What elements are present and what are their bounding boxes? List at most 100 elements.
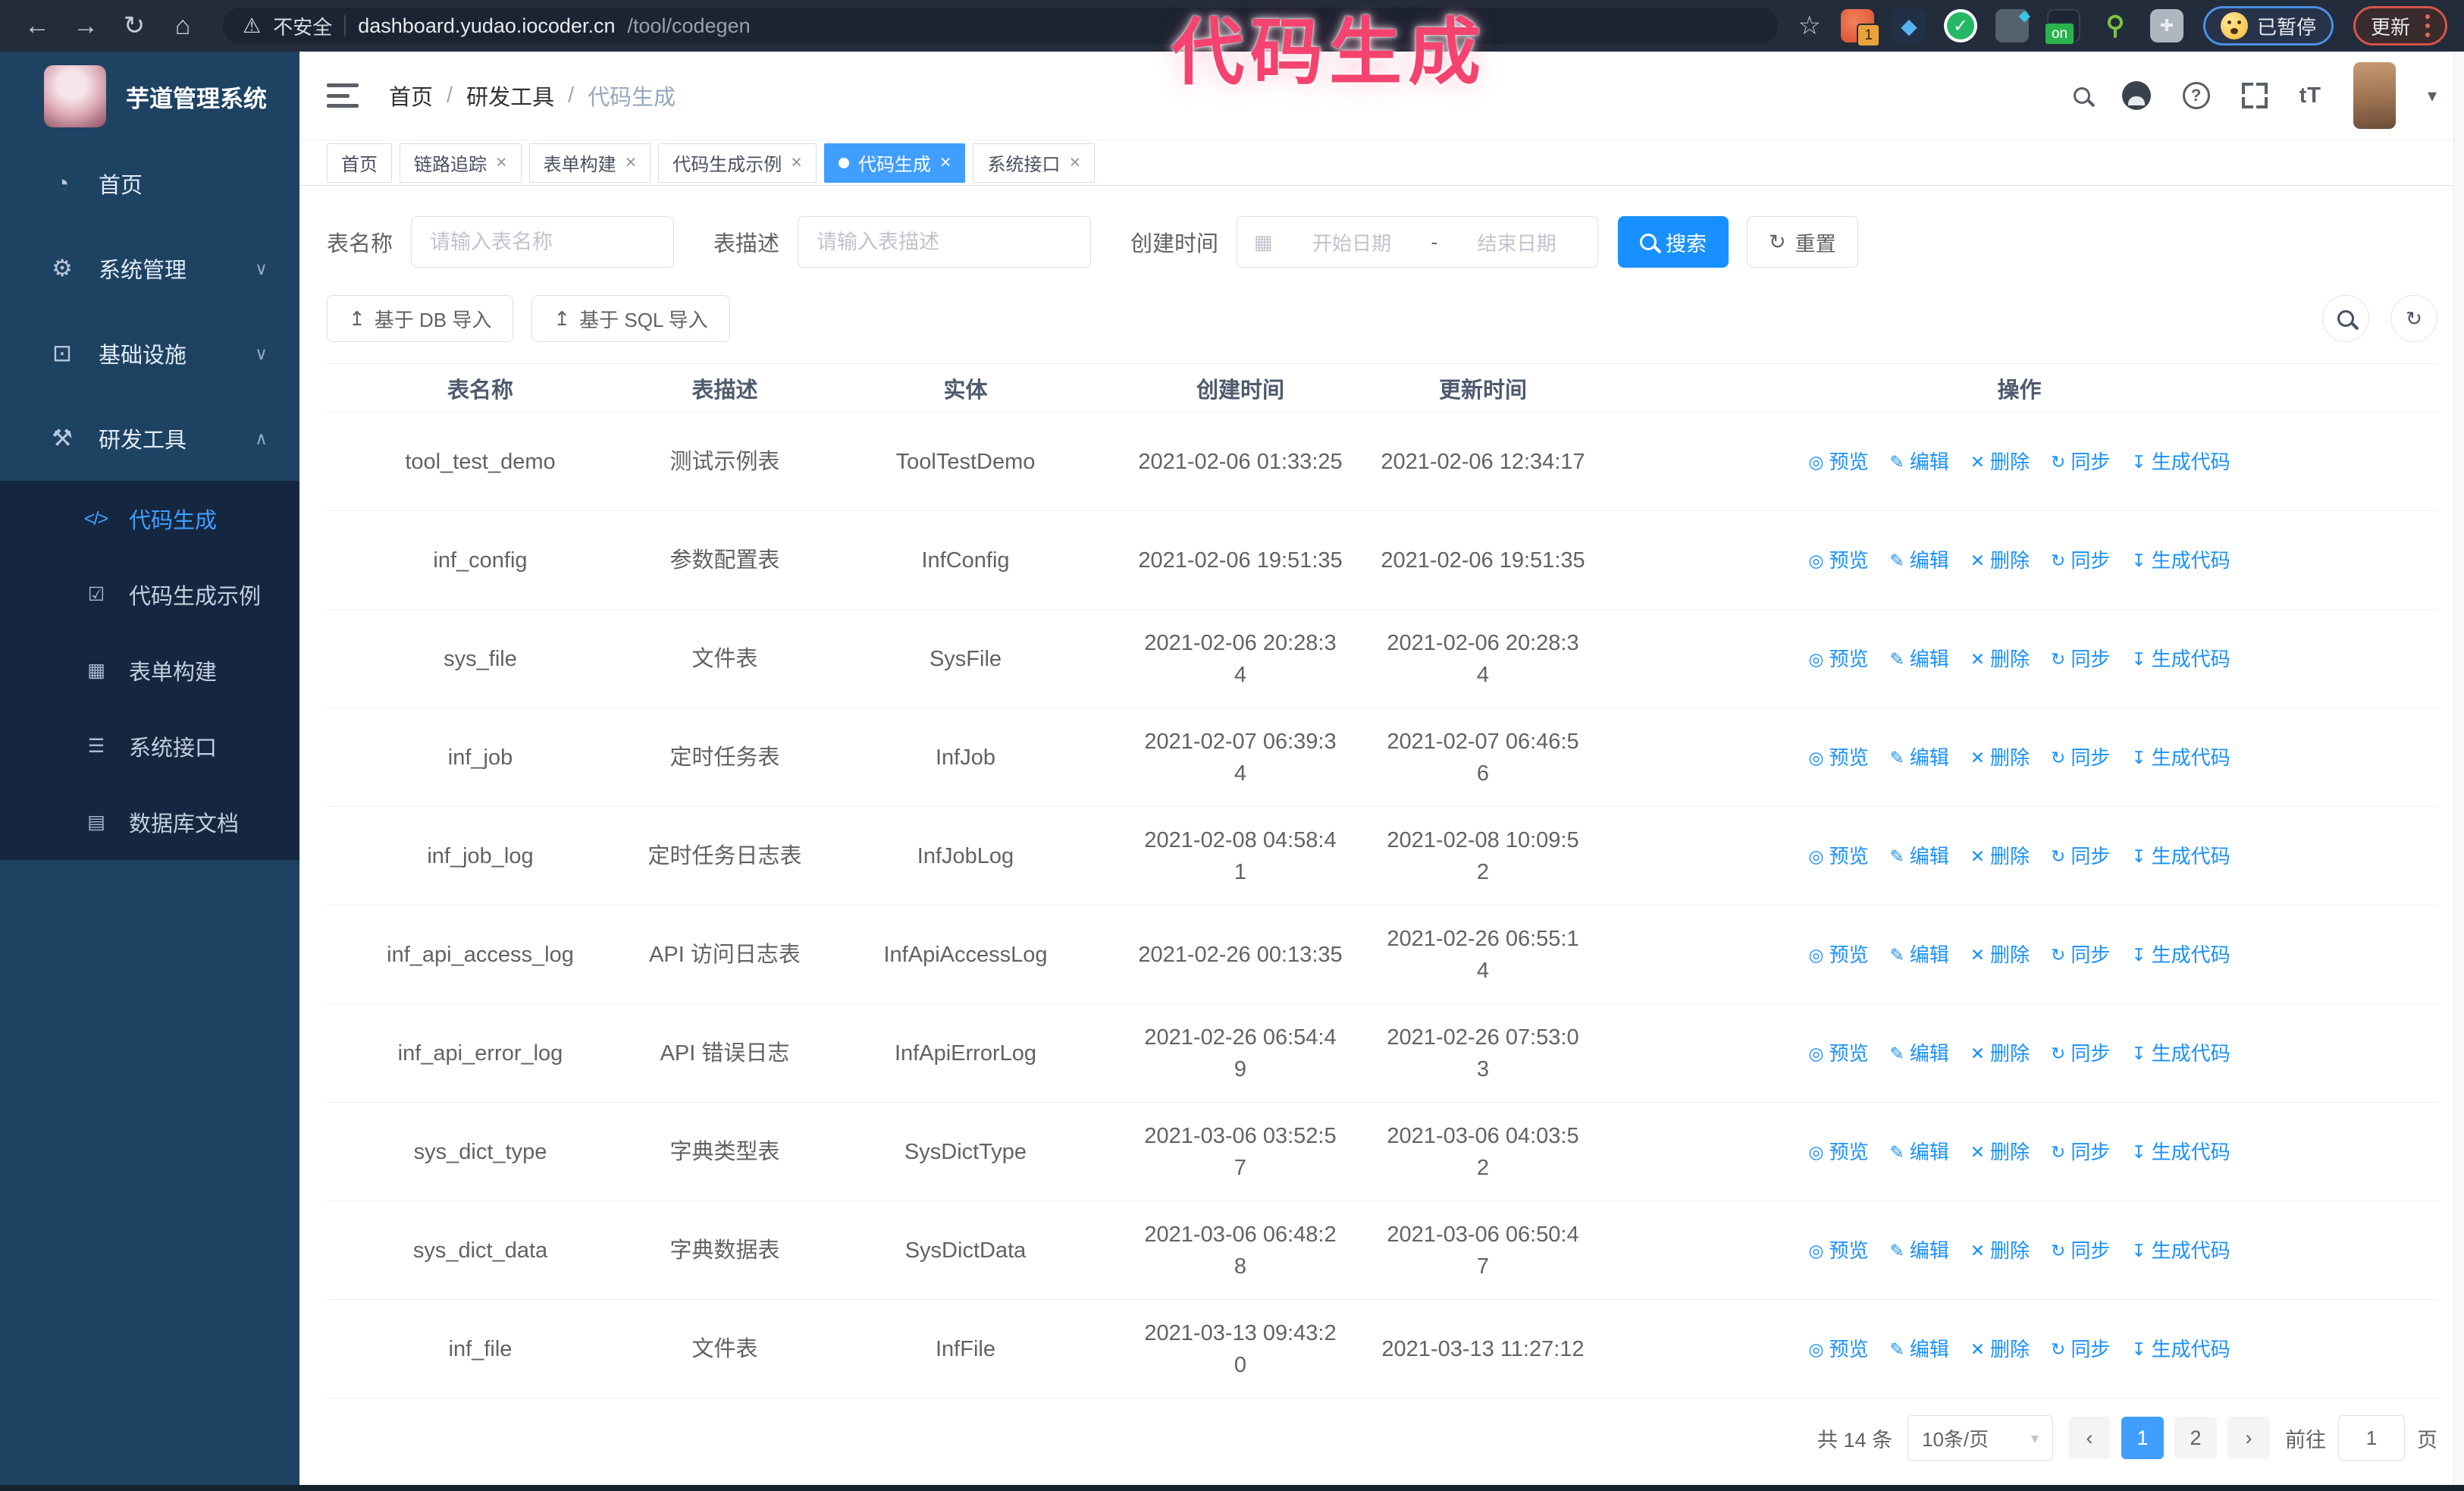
action-download[interactable]: ↧ 生成代码 xyxy=(2131,545,2230,576)
action-eye[interactable]: ◎ 预览 xyxy=(1808,840,1868,872)
tab-tracer[interactable]: 链路追踪 × xyxy=(400,143,522,183)
page-button-2[interactable]: 2 xyxy=(2174,1417,2217,1459)
action-sync[interactable]: ↻ 同步 xyxy=(2051,545,2110,576)
action-download[interactable]: ↧ 生成代码 xyxy=(2131,939,2230,971)
action-sync[interactable]: ↻ 同步 xyxy=(2051,939,2110,971)
ext-green-key-icon[interactable] xyxy=(2099,9,2132,42)
tab-home[interactable]: 首页 xyxy=(327,143,392,183)
ext-orange-icon[interactable]: 1 xyxy=(1840,9,1880,47)
kebab-menu-icon[interactable] xyxy=(2425,14,2430,37)
home-icon[interactable]: ⌂ xyxy=(162,5,203,46)
font-size-icon[interactable]: tT xyxy=(2299,83,2321,108)
action-edit[interactable]: ✎ 编辑 xyxy=(1889,939,1948,971)
action-edit[interactable]: ✎ 编辑 xyxy=(1889,446,1948,478)
tab-api[interactable]: 系统接口 × xyxy=(973,143,1096,183)
toggle-search-button[interactable] xyxy=(2322,295,2369,342)
next-page-button[interactable]: › xyxy=(2227,1417,2270,1459)
table-name-input[interactable] xyxy=(430,230,656,254)
action-eye[interactable]: ◎ 预览 xyxy=(1808,939,1868,971)
action-edit[interactable]: ✎ 编辑 xyxy=(1889,545,1948,576)
github-icon[interactable] xyxy=(2121,81,2151,110)
table-desc-input[interactable] xyxy=(817,230,1073,254)
sidebar-item-codegen[interactable]: </> 代码生成 xyxy=(0,481,299,557)
tab-form-builder[interactable]: 表单构建 × xyxy=(528,143,651,183)
action-download[interactable]: ↧ 生成代码 xyxy=(2131,643,2230,675)
action-eye[interactable]: ◎ 预览 xyxy=(1808,1235,1868,1267)
sidebar-item-dev-tools[interactable]: ⚒ 研发工具 ∧ xyxy=(0,396,299,481)
bookmark-star-icon[interactable]: ☆ xyxy=(1798,11,1820,41)
action-edit[interactable]: ✎ 编辑 xyxy=(1889,840,1948,872)
action-sync[interactable]: ↻ 同步 xyxy=(2051,1235,2110,1267)
breadcrumb-item[interactable]: 首页 xyxy=(389,80,433,111)
close-icon[interactable]: × xyxy=(940,153,951,172)
action-eye[interactable]: ◎ 预览 xyxy=(1808,446,1868,478)
action-trash[interactable]: ✕ 删除 xyxy=(1970,1037,2030,1069)
action-sync[interactable]: ↻ 同步 xyxy=(2051,1333,2110,1365)
action-edit[interactable]: ✎ 编辑 xyxy=(1889,643,1948,675)
action-edit[interactable]: ✎ 编辑 xyxy=(1889,1235,1948,1267)
breadcrumb-item[interactable]: 研发工具 xyxy=(466,80,554,111)
action-eye[interactable]: ◎ 预览 xyxy=(1808,1333,1868,1365)
refresh-table-button[interactable]: ↻ xyxy=(2390,295,2437,342)
update-browser-button[interactable]: 更新 xyxy=(2353,6,2447,46)
date-range-picker[interactable]: ▦ 开始日期 - 结束日期 xyxy=(1237,216,1599,268)
close-icon[interactable]: × xyxy=(791,153,802,172)
page-scrollbar[interactable] xyxy=(2453,52,2464,1485)
ext-gem-icon[interactable] xyxy=(1892,9,1926,42)
action-eye[interactable]: ◎ 预览 xyxy=(1808,545,1868,576)
tab-codegen-example[interactable]: 代码生成示例 × xyxy=(658,143,817,183)
prev-page-button[interactable]: ‹ xyxy=(2068,1417,2111,1459)
collapse-sidebar-icon[interactable] xyxy=(327,83,359,108)
action-download[interactable]: ↧ 生成代码 xyxy=(2131,742,2230,774)
close-icon[interactable]: × xyxy=(496,153,507,172)
user-avatar[interactable] xyxy=(2353,62,2396,129)
search-button[interactable]: 搜索 xyxy=(1618,216,1729,268)
action-edit[interactable]: ✎ 编辑 xyxy=(1889,1333,1948,1365)
page-button-1[interactable]: 1 xyxy=(2121,1417,2164,1459)
address-bar[interactable]: ⚠ 不安全 dashboard.yudao.iocoder.cn/tool/co… xyxy=(223,8,1779,44)
action-download[interactable]: ↧ 生成代码 xyxy=(2131,1136,2230,1168)
action-sync[interactable]: ↻ 同步 xyxy=(2051,742,2110,774)
reset-button[interactable]: ↻ 重置 xyxy=(1747,216,1858,268)
action-eye[interactable]: ◎ 预览 xyxy=(1808,1136,1868,1168)
action-trash[interactable]: ✕ 删除 xyxy=(1970,545,2030,576)
import-db-button[interactable]: ↥ 基于 DB 导入 xyxy=(327,295,514,342)
action-download[interactable]: ↧ 生成代码 xyxy=(2131,1235,2230,1267)
action-trash[interactable]: ✕ 删除 xyxy=(1970,1235,2030,1267)
tab-codegen[interactable]: 代码生成 × xyxy=(823,143,966,183)
action-sync[interactable]: ↻ 同步 xyxy=(2051,1136,2110,1168)
action-trash[interactable]: ✕ 删除 xyxy=(1970,1136,2030,1168)
close-icon[interactable]: × xyxy=(1069,153,1080,172)
sidebar-item-form-builder[interactable]: ▦ 表单构建 xyxy=(0,632,299,708)
sidebar-item-codegen-example[interactable]: ☑ 代码生成示例 xyxy=(0,557,299,632)
ext-puzzle-icon[interactable] xyxy=(2149,9,2183,42)
forward-icon[interactable]: → xyxy=(65,5,106,46)
action-eye[interactable]: ◎ 预览 xyxy=(1808,742,1868,774)
ext-gray-icon[interactable] xyxy=(1995,6,2030,42)
goto-page-input[interactable] xyxy=(2338,1415,2405,1461)
back-icon[interactable]: ← xyxy=(17,5,58,46)
sidebar-item-api[interactable]: ☰ 系统接口 xyxy=(0,708,299,784)
ext-green-check-icon[interactable] xyxy=(1943,9,1977,42)
search-icon[interactable] xyxy=(2073,87,2090,104)
action-download[interactable]: ↧ 生成代码 xyxy=(2131,1037,2230,1069)
action-edit[interactable]: ✎ 编辑 xyxy=(1889,1037,1948,1069)
page-size-select[interactable]: 10条/页 ▾ xyxy=(1908,1415,2053,1461)
paused-extension-pill[interactable]: 已暂停 xyxy=(2202,6,2334,46)
action-edit[interactable]: ✎ 编辑 xyxy=(1889,742,1948,774)
action-trash[interactable]: ✕ 删除 xyxy=(1970,643,2030,675)
help-icon[interactable]: ? xyxy=(2182,82,2210,109)
action-download[interactable]: ↧ 生成代码 xyxy=(2131,1333,2230,1365)
ext-dark-on-icon[interactable]: on xyxy=(2043,9,2080,46)
sidebar-item-db-doc[interactable]: ▤ 数据库文档 xyxy=(0,784,299,860)
action-eye[interactable]: ◎ 预览 xyxy=(1808,1037,1868,1069)
action-eye[interactable]: ◎ 预览 xyxy=(1808,643,1868,675)
action-trash[interactable]: ✕ 删除 xyxy=(1970,840,2030,872)
action-trash[interactable]: ✕ 删除 xyxy=(1970,742,2030,774)
fullscreen-icon[interactable] xyxy=(2241,83,2268,108)
action-trash[interactable]: ✕ 删除 xyxy=(1970,939,2030,971)
action-download[interactable]: ↧ 生成代码 xyxy=(2131,446,2230,478)
action-sync[interactable]: ↻ 同步 xyxy=(2051,1037,2110,1069)
action-download[interactable]: ↧ 生成代码 xyxy=(2131,840,2230,872)
reload-icon[interactable]: ↻ xyxy=(114,5,155,46)
